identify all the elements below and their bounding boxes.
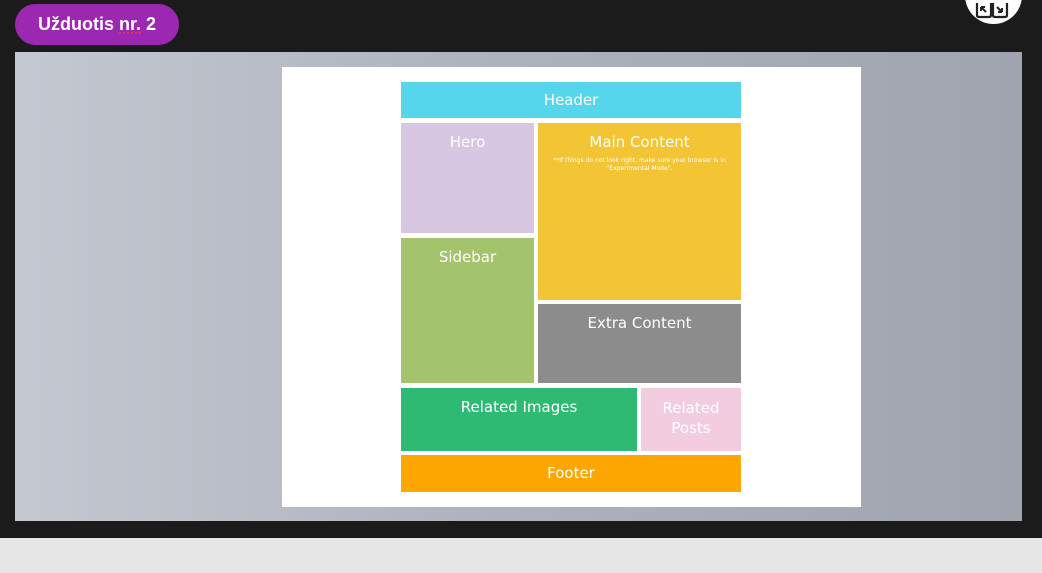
layout-main-content-block: Main Content **If things do not look righ…: [538, 123, 741, 300]
expand-icon: [975, 3, 1009, 19]
task-badge[interactable]: Užduotis nr. 2: [15, 4, 180, 45]
layout-hero-block: Hero: [401, 123, 534, 233]
layout-diagram-image: Header Hero Main Content **If things do n…: [282, 67, 861, 507]
task-badge-suffix: 2: [141, 14, 157, 34]
layout-footer-block: Footer: [401, 455, 741, 492]
layout-related-images-block: Related Images: [401, 388, 637, 451]
task-badge-prefix: Užduotis: [38, 14, 119, 34]
bottom-bar: [0, 538, 1042, 573]
task-badge-number-abbrev: nr.: [119, 14, 142, 34]
expand-button[interactable]: [965, 0, 1022, 24]
slide-stage: Header Hero Main Content **If things do n…: [15, 52, 1022, 521]
layout-extra-content-block: Extra Content: [538, 304, 741, 383]
layout-related-posts-block: Related Posts: [641, 388, 741, 451]
layout-sidebar-block: Sidebar: [401, 238, 534, 383]
main-content-note: **If things do not look right, make sure…: [553, 157, 726, 172]
layout-header-block: Header: [401, 82, 741, 118]
